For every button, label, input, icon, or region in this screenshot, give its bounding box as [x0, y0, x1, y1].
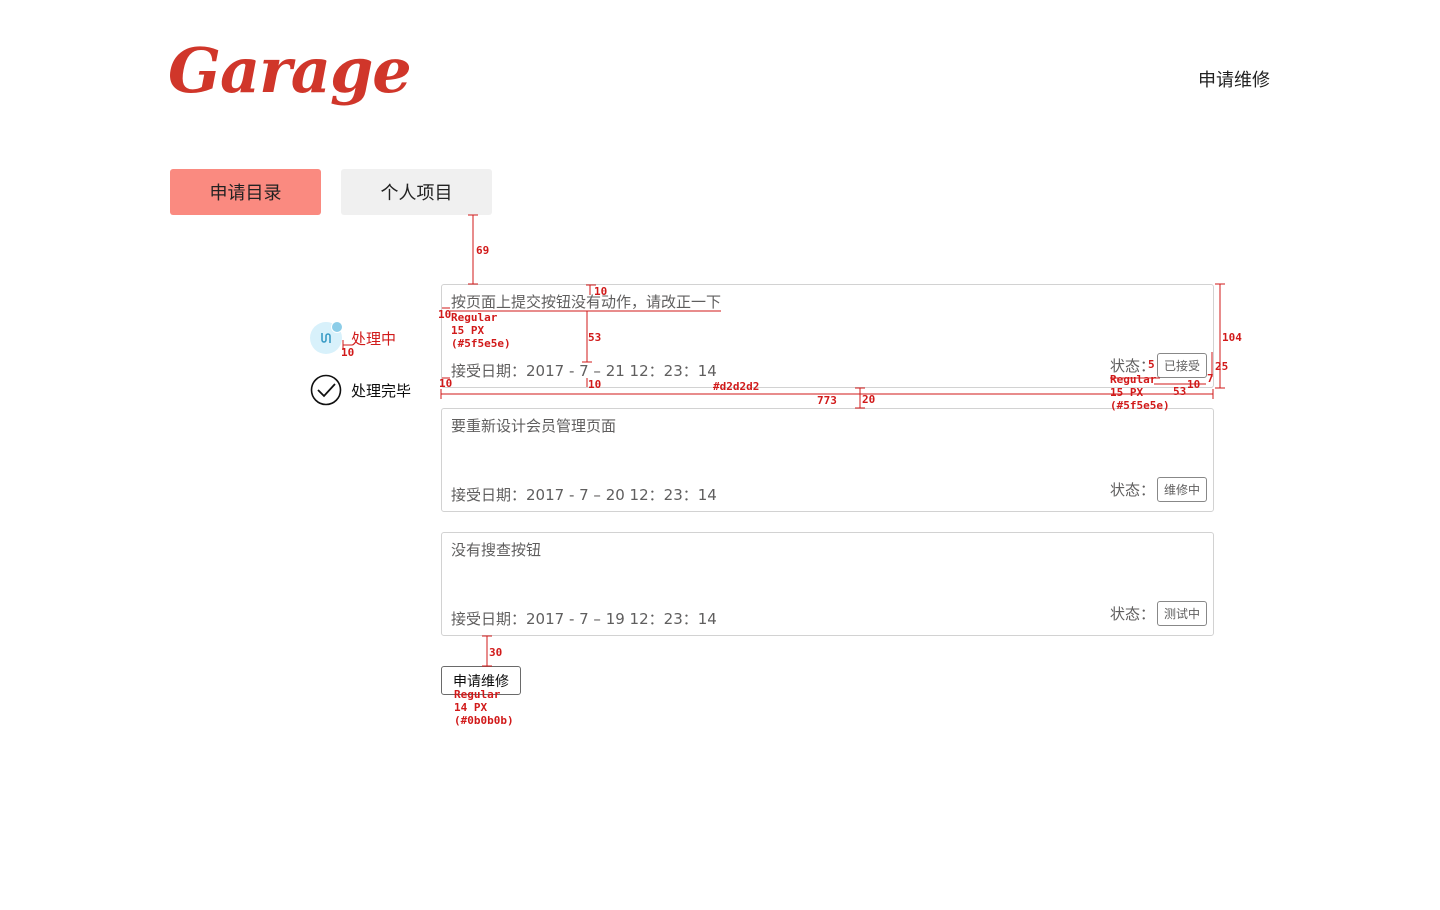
annotation-btn-font: Regular 14 PX (#0b0b0b): [454, 688, 514, 727]
annotation-card-width: 773: [817, 394, 837, 407]
garage-logo[interactable]: Garage: [168, 30, 412, 125]
request-title: 没有搜查按钮: [451, 541, 542, 559]
annotation-date-left: 10: [439, 377, 453, 390]
annotation-border-color: #d2d2d2: [713, 380, 760, 393]
check-circle-icon: [310, 374, 342, 406]
annotation-date-bottom: 10: [588, 378, 602, 391]
sidebar-item-label: 处理中: [351, 329, 397, 348]
request-status: 状态： 测试中: [1110, 601, 1207, 626]
logo-text: Garage: [168, 34, 412, 107]
status-label: 状态：: [1109, 481, 1155, 499]
annotation-badge-bottom: 10: [1187, 378, 1201, 391]
status-label: 状态：: [1109, 605, 1155, 623]
request-status: 状态： 维修中: [1110, 477, 1207, 502]
request-date: 接受日期：2017 - 7 – 19 12：23：14: [451, 610, 717, 628]
annotation-title-left: 10: [438, 308, 452, 321]
annotation-side-gap: 10: [341, 346, 355, 359]
request-card[interactable]: 没有搜查按钮 接受日期：2017 - 7 – 19 12：23：14 状态： 测…: [441, 532, 1214, 636]
annotation-status-font: Regular 15 PX (#5f5e5e): [1110, 373, 1170, 412]
processing-icon: [310, 321, 343, 354]
annotation-badge-height: 25: [1215, 360, 1229, 373]
request-card[interactable]: 按页面上提交按钮没有动作，请改正一下 接受日期：2017 - 7 – 21 12…: [441, 284, 1214, 388]
request-date: 接受日期：2017 - 7 – 20 12：23：14: [451, 486, 717, 504]
tab-personal-projects[interactable]: 个人项目: [341, 169, 492, 215]
annotation-title-font: Regular 15 PX (#5f5e5e): [451, 311, 511, 350]
annotation-badge-right: 7: [1207, 372, 1214, 385]
annotation-badge-gap: 5: [1148, 358, 1155, 371]
status-badge: 测试中: [1156, 601, 1207, 626]
apply-repair-link[interactable]: 申请维修: [1198, 66, 1270, 92]
annotation-badge-width: 53: [1173, 385, 1187, 398]
annotation-title-top: 10: [594, 285, 608, 298]
status-badge: 维修中: [1156, 477, 1207, 502]
annotation-btn-gap: 30: [489, 646, 503, 659]
sidebar-item-label: 处理完毕: [351, 381, 412, 400]
request-title: 按页面上提交按钮没有动作，请改正一下: [451, 293, 722, 311]
request-card[interactable]: 要重新设计会员管理页面 接受日期：2017 - 7 – 20 12：23：14 …: [441, 408, 1214, 512]
annotation-gap-69: 69: [476, 244, 490, 257]
request-date: 接受日期：2017 - 7 – 21 12：23：14: [451, 362, 717, 380]
annotation-title-date-gap: 53: [588, 331, 602, 344]
request-title: 要重新设计会员管理页面: [451, 417, 617, 435]
tab-request-list[interactable]: 申请目录: [170, 169, 321, 215]
sidebar-item-done[interactable]: 处理完毕: [310, 374, 411, 406]
annotation-card-gap: 20: [862, 393, 876, 406]
annotation-card-height: 104: [1222, 331, 1242, 344]
